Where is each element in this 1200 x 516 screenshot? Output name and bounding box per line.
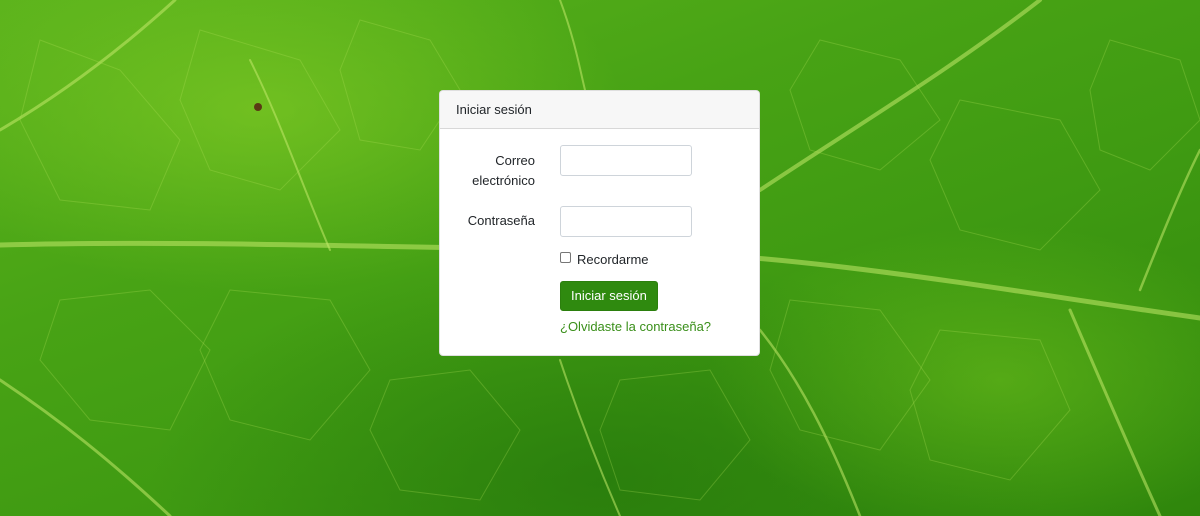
remember-me[interactable]: Recordarme bbox=[560, 252, 649, 267]
leaf-spot-icon bbox=[254, 103, 262, 111]
password-field[interactable] bbox=[560, 206, 692, 237]
email-label: Correo electrónico bbox=[472, 151, 535, 191]
remember-label: Recordarme bbox=[577, 252, 649, 267]
forgot-password-link[interactable]: ¿Olvidaste la contraseña? bbox=[560, 319, 711, 334]
login-card: Iniciar sesión Correo electrónico Contra… bbox=[439, 90, 760, 356]
remember-checkbox[interactable] bbox=[560, 252, 571, 263]
email-field[interactable] bbox=[560, 145, 692, 176]
login-card-header: Iniciar sesión bbox=[440, 91, 759, 129]
password-label: Contraseña bbox=[467, 213, 535, 228]
email-label-line2: electrónico bbox=[472, 173, 535, 188]
email-label-line1: Correo bbox=[495, 153, 535, 168]
login-button[interactable]: Iniciar sesión bbox=[560, 281, 658, 311]
